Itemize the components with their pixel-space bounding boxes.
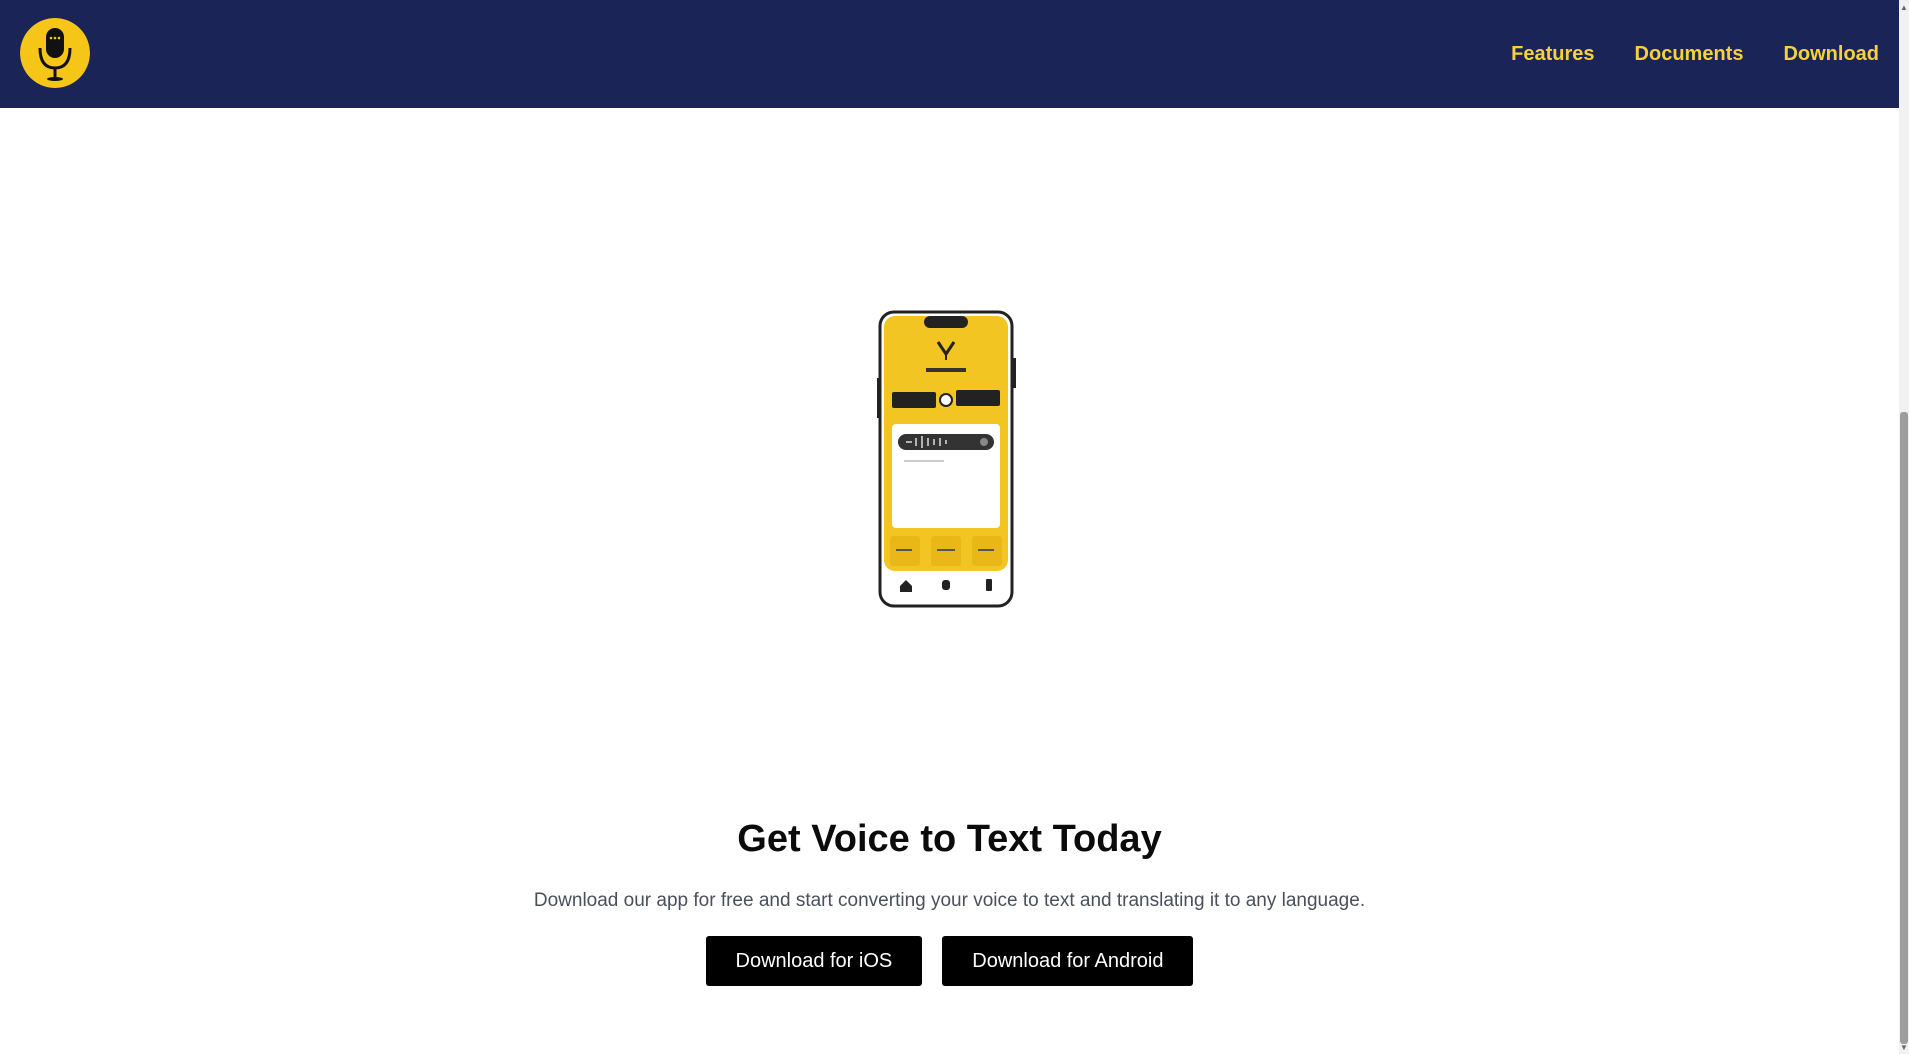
microphone-logo-icon[interactable] [20,18,90,88]
scroll-up-icon[interactable]: ▲ [1899,0,1909,14]
phone-app-illustration [876,308,1018,610]
download-android-button[interactable]: Download for Android [942,936,1194,986]
page: Features Documents Download Get Voice to… [0,0,1899,1054]
nav-download[interactable]: Download [1783,43,1879,66]
main-nav: Features Documents Download [1511,0,1879,108]
hero-subtitle: Download our app for free and start conv… [533,890,1366,911]
scroll-down-icon[interactable]: ▼ [1899,1040,1909,1054]
hero-title: Get Voice to Text Today [737,818,1162,860]
scrollbar-thumb[interactable] [1900,412,1908,1044]
nav-features[interactable]: Features [1511,43,1594,66]
site-header: Features Documents Download [0,0,1899,108]
download-buttons: Download for iOS Download for Android [0,936,1899,986]
vertical-scrollbar[interactable]: ▲ ▼ [1899,0,1909,1054]
nav-documents[interactable]: Documents [1635,43,1744,66]
download-ios-button[interactable]: Download for iOS [705,936,923,986]
